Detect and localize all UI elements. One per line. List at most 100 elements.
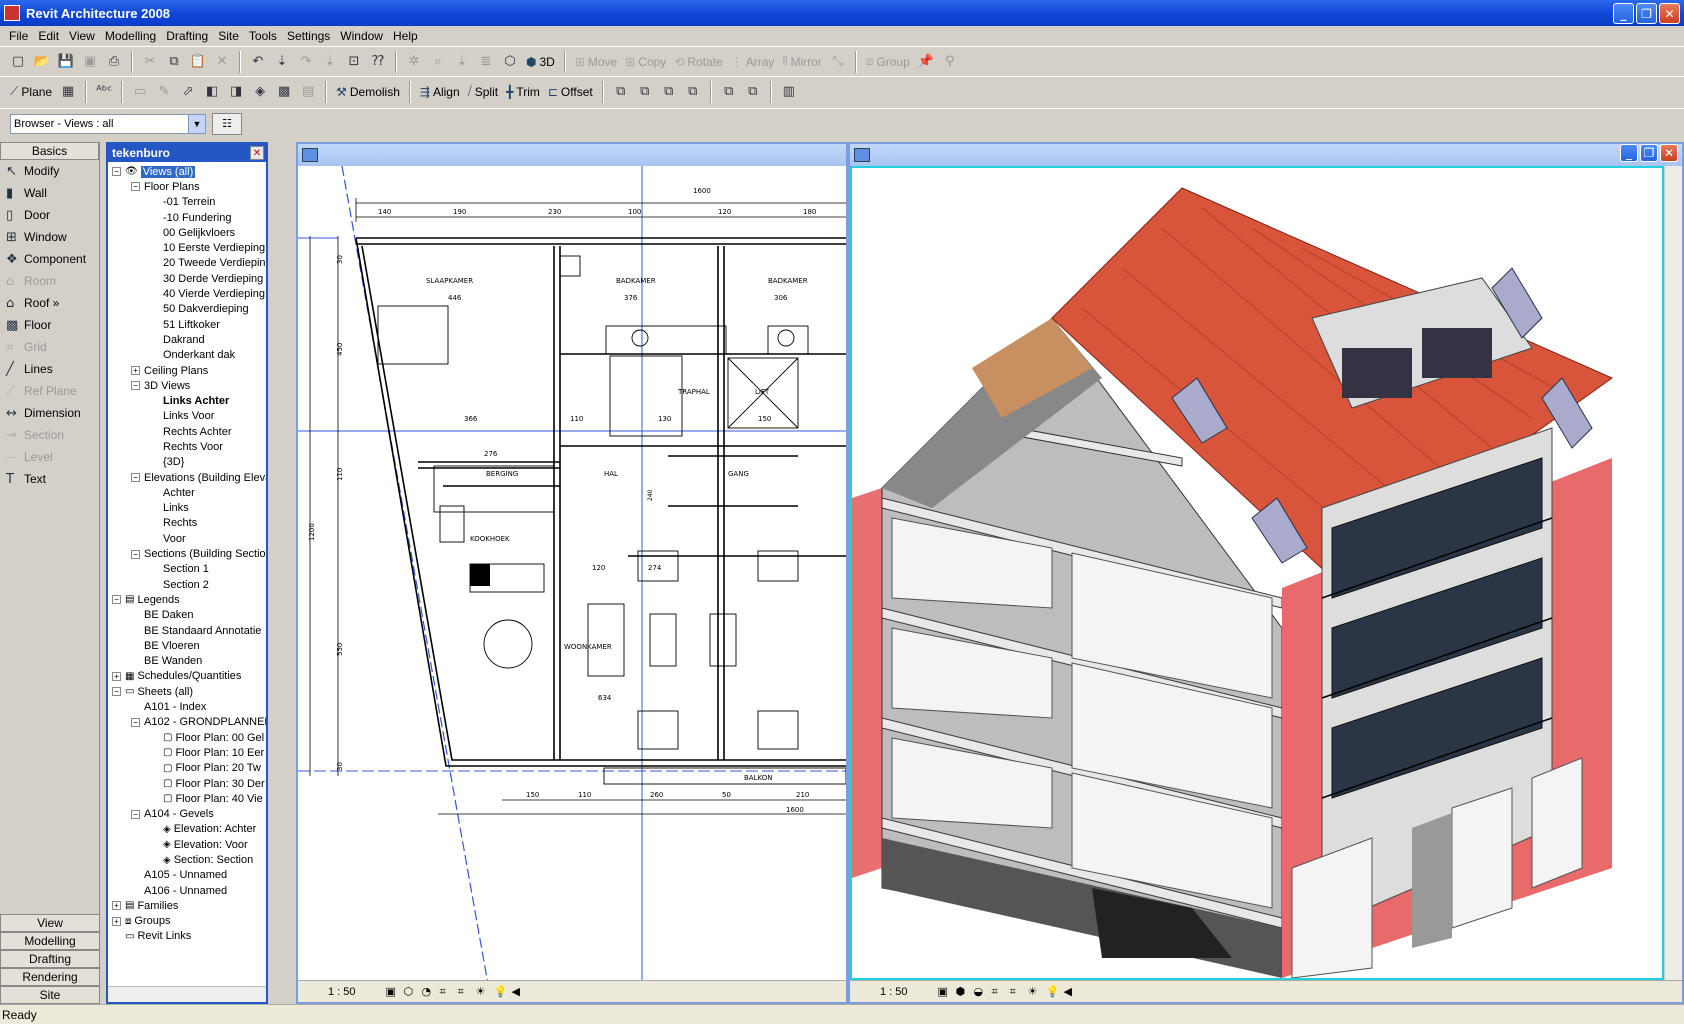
tree-node[interactable]: ▭ Revit Links — [108, 929, 266, 944]
tree-node[interactable]: Section 1 — [108, 562, 266, 577]
tree-node[interactable]: Links Achter — [108, 393, 266, 408]
design-bar-item-modify[interactable]: ↖ Modify — [0, 160, 99, 182]
tab-drafting[interactable]: Drafting — [0, 950, 100, 968]
tree-node[interactable]: Voor — [108, 531, 266, 546]
collapse-icon[interactable]: − — [131, 717, 140, 727]
offset-button[interactable]: ⊏ Offset — [544, 85, 597, 99]
crop-view-icon[interactable]: ⌗ — [440, 985, 458, 999]
zoom-dropdown-icon[interactable]: ⇣ — [451, 51, 473, 73]
vertical-scrollbar[interactable] — [1664, 166, 1682, 980]
tree-node[interactable]: Rechts Achter — [108, 424, 266, 439]
browser-organization-select[interactable]: Browser - Views : all ▼ — [10, 113, 206, 134]
three-d-canvas[interactable] — [850, 166, 1664, 980]
design-bar-item-dimension[interactable]: ↔ Dimension — [0, 402, 99, 424]
copy-button[interactable]: ⊞ Copy — [621, 55, 670, 69]
tree-node[interactable]: −3D Views — [108, 378, 266, 393]
cut-icon[interactable]: ✂ — [139, 51, 161, 73]
menu-window[interactable]: Window — [335, 29, 388, 43]
view-scale[interactable]: 1 : 50 — [328, 986, 356, 998]
design-bar-item-window[interactable]: ⊞ Window — [0, 226, 99, 248]
tree-node[interactable]: Dakrand — [108, 332, 266, 347]
collapse-icon[interactable]: − — [112, 167, 121, 177]
tree-node[interactable]: Links Voor — [108, 409, 266, 424]
tree-node[interactable]: − A104 - Gevels — [108, 806, 266, 821]
collapse-icon[interactable]: − — [131, 381, 140, 391]
rotate-button[interactable]: ⟲ Rotate — [670, 55, 726, 69]
view-close-button[interactable]: ✕ — [1660, 144, 1678, 162]
menu-view[interactable]: View — [64, 29, 100, 43]
tree-node[interactable]: BE Standaard Annotatie — [108, 623, 266, 638]
menu-tools[interactable]: Tools — [244, 29, 282, 43]
tag-icon[interactable]: ⧉ — [718, 81, 740, 103]
resize-icon[interactable]: ⤡ — [827, 51, 849, 73]
unjoin-icon[interactable]: ◨ — [225, 81, 247, 103]
tree-node[interactable]: BE Daken — [108, 608, 266, 623]
split-face-icon[interactable]: ⬀ — [177, 81, 199, 103]
horizontal-scrollbar[interactable] — [108, 986, 266, 1002]
crop-region-icon[interactable]: ⌗ — [1010, 985, 1028, 999]
design-bar-item-section[interactable]: ⊸ Section — [0, 424, 99, 446]
undo-icon[interactable]: ↶ — [247, 51, 269, 73]
view-properties-button[interactable]: ☷ — [212, 112, 242, 135]
tree-node[interactable]: ◈ Section: Section — [108, 852, 266, 867]
tree-node[interactable]: + ▤ Families — [108, 898, 266, 913]
pin-icon[interactable]: 📌 — [915, 51, 937, 73]
tree-node[interactable]: ▢ Floor Plan: 10 Eer — [108, 745, 266, 760]
tree-node[interactable]: 30 Derde Verdieping — [108, 271, 266, 286]
menu-help[interactable]: Help — [388, 29, 423, 43]
tree-node[interactable]: 51 Liftkoker — [108, 317, 266, 332]
collapse-icon[interactable]: − — [131, 549, 140, 559]
uncut-icon[interactable]: ▩ — [273, 81, 295, 103]
tab-rendering[interactable]: Rendering — [0, 968, 100, 986]
align-button[interactable]: ⇶ Align — [416, 85, 464, 99]
maximize-button[interactable]: ❐ — [1636, 3, 1657, 24]
paint-icon[interactable]: ✎ — [153, 81, 175, 103]
detail-level-icon[interactable]: ▣ — [938, 985, 956, 998]
default-3d-icon[interactable]: ⬡ — [499, 51, 521, 73]
tree-node[interactable]: Achter — [108, 485, 266, 500]
copy-to-clipboard-icon[interactable]: ⧉ — [610, 81, 632, 103]
tree-node[interactable]: {3D} — [108, 455, 266, 470]
tree-node[interactable]: ▢ Floor Plan: 40 Vie — [108, 791, 266, 806]
floor-plan-canvas[interactable]: 1600 140 190 230 100 120 180 30 450 110 … — [298, 166, 846, 980]
expand-icon[interactable]: + — [131, 366, 140, 375]
move-button[interactable]: ⊞ Move — [571, 55, 621, 69]
design-bar-item-component[interactable]: ❖ Component — [0, 248, 99, 270]
expand-icon[interactable]: + — [112, 901, 121, 911]
tree-node[interactable]: -01 Terrein — [108, 195, 266, 210]
save-central-icon[interactable]: ▣ — [79, 51, 101, 73]
menu-settings[interactable]: Settings — [282, 29, 335, 43]
tree-node[interactable]: + Ceiling Plans — [108, 363, 266, 378]
design-bar-item-level[interactable]: ⏤ Level — [0, 446, 99, 468]
expand-icon[interactable]: + — [112, 671, 121, 681]
menu-modelling[interactable]: Modelling — [100, 29, 161, 43]
model-graphics-icon[interactable]: ⬢ — [956, 985, 974, 998]
undo-dropdown-icon[interactable]: ⇣ — [271, 51, 293, 73]
tree-node[interactable]: 00 Gelijkvloers — [108, 225, 266, 240]
hide-isolate-icon[interactable]: ☀ — [476, 985, 494, 998]
collapse-icon[interactable]: − — [112, 687, 121, 697]
tree-node[interactable]: 50 Dakverdieping — [108, 302, 266, 317]
match-icon[interactable]: ▭ — [129, 81, 151, 103]
redo-dropdown-icon[interactable]: ⇣ — [319, 51, 341, 73]
tree-node[interactable]: Links — [108, 501, 266, 516]
design-bar-item-wall[interactable]: ▮ Wall — [0, 182, 99, 204]
redo-icon[interactable]: ↷ — [295, 51, 317, 73]
tag-all-icon[interactable]: ⧉ — [742, 81, 764, 103]
hide-isolate-icon[interactable]: ☀ — [1028, 985, 1046, 998]
minimize-button[interactable]: _ — [1613, 3, 1634, 24]
chevron-down-icon[interactable]: ▼ — [188, 114, 205, 133]
crop-view-icon[interactable]: ⌗ — [992, 985, 1010, 999]
split-button[interactable]: ⧸ Split — [464, 84, 502, 99]
view-scale[interactable]: 1 : 50 — [880, 986, 908, 998]
spin-icon[interactable]: ✲ — [403, 51, 425, 73]
tree-node[interactable]: ▢ Floor Plan: 20 Tw — [108, 761, 266, 776]
plane-button[interactable]: ⟋ Plane — [6, 84, 56, 99]
collapse-icon[interactable]: − — [112, 595, 121, 605]
collapse-icon[interactable]: − — [131, 809, 140, 819]
scroll-left-icon[interactable]: ◀ — [512, 985, 530, 998]
tree-node[interactable]: 40 Vierde Verdieping — [108, 286, 266, 301]
level-icon[interactable]: ≣ — [475, 51, 497, 73]
menu-drafting[interactable]: Drafting — [161, 29, 213, 43]
tree-node[interactable]: -10 Fundering — [108, 210, 266, 225]
